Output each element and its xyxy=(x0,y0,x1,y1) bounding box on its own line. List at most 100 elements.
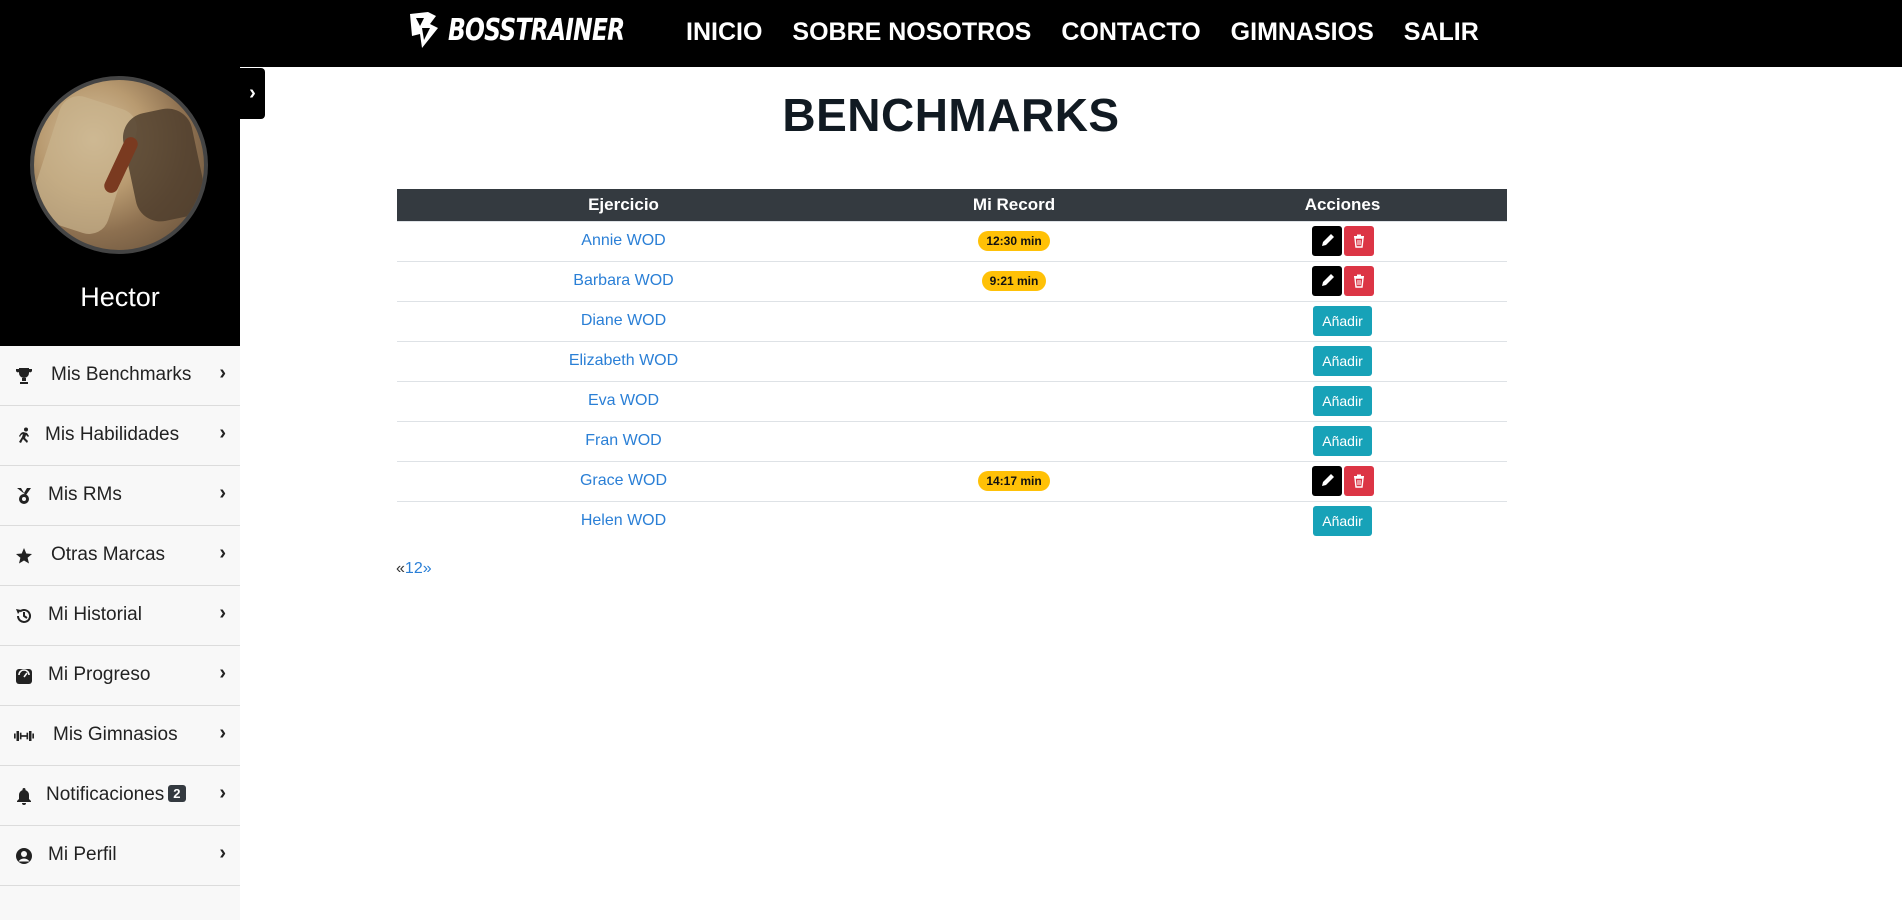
edit-button[interactable] xyxy=(1311,466,1342,496)
sidebar-item-perfil[interactable]: Mi Perfil › xyxy=(0,826,240,886)
sidebar-item-label: Otras Marcas xyxy=(51,544,166,565)
record-badge: 12:30 min xyxy=(978,231,1050,251)
trash-icon xyxy=(1353,274,1364,288)
pagination-prev[interactable]: « xyxy=(396,560,405,577)
sidebar-item-label: Mi Progreso xyxy=(48,664,151,685)
star-icon xyxy=(14,546,34,566)
exercise-link[interactable]: Diane WOD xyxy=(581,312,666,329)
avatar xyxy=(30,76,208,254)
logo[interactable]: BOSSTRAINER xyxy=(408,8,674,52)
column-header-ejercicio: Ejercicio xyxy=(588,194,659,214)
table-row: Eva WOD Añadir xyxy=(397,380,1507,421)
pagination-page-1[interactable]: 1 xyxy=(405,560,414,577)
exercise-link[interactable]: Elizabeth WOD xyxy=(569,352,678,369)
pagination-page-2[interactable]: 2 xyxy=(414,560,423,577)
exercise-link[interactable]: Fran WOD xyxy=(585,432,661,449)
sidebar-item-label: Mis RMs xyxy=(48,484,122,505)
nav-salir[interactable]: SALIR xyxy=(1404,18,1479,47)
logo-text: BOSSTRAINER xyxy=(448,12,625,48)
user-circle-icon xyxy=(14,846,34,866)
table-row: Diane WOD Añadir xyxy=(397,300,1507,341)
add-record-button[interactable]: Añadir xyxy=(1313,426,1372,456)
nav-gimnasios[interactable]: GIMNASIOS xyxy=(1231,18,1374,47)
exercise-link[interactable]: Grace WOD xyxy=(580,472,667,489)
delete-button[interactable] xyxy=(1343,226,1374,256)
dumbbell-icon xyxy=(14,726,34,746)
sidebar-item-label: Mi Perfil xyxy=(48,844,117,865)
exercise-link[interactable]: Barbara WOD xyxy=(573,272,673,289)
exercise-link[interactable]: Annie WOD xyxy=(581,232,665,249)
edit-button[interactable] xyxy=(1311,226,1342,256)
table-row: Elizabeth WOD Añadir xyxy=(397,340,1507,381)
notification-count-badge: 2 xyxy=(168,785,186,802)
nav-contacto[interactable]: CONTACTO xyxy=(1061,18,1200,47)
table-header-row: Ejercicio Mi Record Acciones xyxy=(397,189,1507,221)
delete-button[interactable] xyxy=(1343,266,1374,296)
user-name: Hector xyxy=(80,282,160,312)
record-cell xyxy=(850,340,1178,381)
sidebar-item-progreso[interactable]: Mi Progreso › xyxy=(0,646,240,706)
sidebar: Hector Mis Benchmarks › Mis Habilidades … xyxy=(0,67,240,920)
sidebar-item-label: Mis Benchmarks xyxy=(51,364,192,385)
history-icon xyxy=(14,606,34,626)
table-row: Grace WOD 14:17 min xyxy=(397,460,1507,501)
sidebar-item-label: Mis Gimnasios xyxy=(53,724,178,745)
table-row: Fran WOD Añadir xyxy=(397,420,1507,461)
sidebar-item-otras-marcas[interactable]: Otras Marcas › xyxy=(0,526,240,586)
medal-icon xyxy=(14,486,34,506)
sidebar-item-label: Notificaciones xyxy=(46,784,165,805)
record-badge: 14:17 min xyxy=(978,471,1050,491)
edit-button[interactable] xyxy=(1311,266,1342,296)
trash-icon xyxy=(1353,474,1364,488)
chevron-right-icon: › xyxy=(219,422,226,444)
pencil-icon xyxy=(1321,474,1334,486)
pagination-next[interactable]: » xyxy=(423,560,432,577)
running-icon xyxy=(14,426,34,446)
sidebar-item-habilidades[interactable]: Mis Habilidades › xyxy=(0,406,240,466)
add-record-button[interactable]: Añadir xyxy=(1313,506,1372,537)
nav-inicio[interactable]: INICIO xyxy=(686,18,762,47)
column-header-acciones: Acciones xyxy=(1304,194,1381,214)
add-record-button[interactable]: Añadir xyxy=(1313,346,1372,376)
progress-icon xyxy=(14,666,34,686)
trash-icon xyxy=(1353,234,1364,248)
sidebar-item-historial[interactable]: Mi Historial › xyxy=(0,586,240,646)
exercise-link[interactable]: Helen WOD xyxy=(581,512,666,529)
record-cell xyxy=(850,500,1178,541)
chevron-right-icon: › xyxy=(219,542,226,564)
sidebar-item-rms[interactable]: Mis RMs › xyxy=(0,466,240,526)
sidebar-item-benchmarks[interactable]: Mis Benchmarks › xyxy=(0,346,240,406)
add-record-button[interactable]: Añadir xyxy=(1313,306,1372,336)
sidebar-item-label: Mis Habilidades xyxy=(45,424,180,445)
pencil-icon xyxy=(1321,274,1334,286)
table-row: Helen WOD Añadir xyxy=(397,500,1507,541)
pagination: «12» xyxy=(396,560,432,578)
add-record-button[interactable]: Añadir xyxy=(1313,386,1372,416)
pencil-icon xyxy=(1321,234,1334,246)
record-cell xyxy=(850,300,1178,341)
sidebar-item-notificaciones[interactable]: Notificaciones 2 › xyxy=(0,766,240,826)
chevron-right-icon: › xyxy=(219,362,226,384)
column-header-record: Mi Record xyxy=(972,194,1056,214)
page-title: BENCHMARKS xyxy=(782,89,1120,141)
record-cell xyxy=(850,420,1178,461)
sidebar-item-label: Mi Historial xyxy=(48,604,142,625)
sidebar-item-label-wrap: Notificaciones 2 xyxy=(46,784,186,806)
nav-sobre-nosotros[interactable]: SOBRE NOSOTROS xyxy=(792,18,1031,47)
record-cell xyxy=(850,380,1178,421)
chevron-right-icon: › xyxy=(219,602,226,624)
record-badge: 9:21 min xyxy=(981,271,1047,291)
top-navbar: BOSSTRAINER INICIO SOBRE NOSOTROS CONTAC… xyxy=(0,0,1902,67)
profile-panel: Hector xyxy=(0,67,240,346)
chevron-right-icon: › xyxy=(219,842,226,864)
main-nav: INICIO SOBRE NOSOTROS CONTACTO GIMNASIOS… xyxy=(686,18,1509,47)
bell-icon xyxy=(14,786,34,806)
benchmarks-table: Ejercicio Mi Record Acciones Annie WOD 1… xyxy=(397,189,1507,541)
table-row: Annie WOD 12:30 min xyxy=(397,220,1507,261)
sidebar-item-gimnasios[interactable]: Mis Gimnasios › xyxy=(0,706,240,766)
chevron-right-icon: › xyxy=(219,722,226,744)
trophy-icon xyxy=(14,366,34,386)
chevron-right-icon: › xyxy=(219,662,226,684)
delete-button[interactable] xyxy=(1343,466,1374,496)
exercise-link[interactable]: Eva WOD xyxy=(588,392,659,409)
